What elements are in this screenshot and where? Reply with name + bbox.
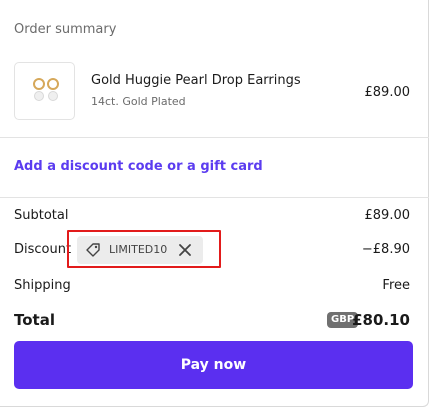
- product-price: £89.00: [364, 85, 411, 100]
- product-name: Gold Huggie Pearl Drop Earrings: [91, 73, 301, 88]
- earrings-image: [33, 78, 59, 101]
- tag-icon: [86, 243, 100, 257]
- discount-label: Discount: [14, 242, 72, 257]
- divider: [0, 197, 429, 198]
- product-variant: 14ct. Gold Plated: [91, 95, 186, 108]
- divider: [0, 137, 429, 138]
- add-discount-link[interactable]: Add a discount code or a gift card: [14, 159, 263, 174]
- order-summary-title: Order summary: [14, 22, 117, 37]
- discount-code-chip: LIMITED10: [77, 236, 203, 264]
- discount-value: −£8.90: [361, 242, 410, 257]
- product-thumbnail: [14, 62, 75, 120]
- discount-code-label: LIMITED10: [109, 243, 168, 256]
- subtotal-value: £89.00: [364, 208, 411, 223]
- subtotal-label: Subtotal: [14, 208, 69, 223]
- total-label: Total: [14, 311, 55, 329]
- pay-now-button[interactable]: Pay now: [14, 341, 413, 389]
- remove-discount-icon[interactable]: [177, 242, 193, 258]
- order-summary-card: Order summary Gold Huggie Pearl Drop Ear…: [0, 0, 429, 407]
- total-value: £80.10: [352, 311, 410, 329]
- shipping-label: Shipping: [14, 278, 71, 293]
- shipping-value: Free: [382, 278, 410, 293]
